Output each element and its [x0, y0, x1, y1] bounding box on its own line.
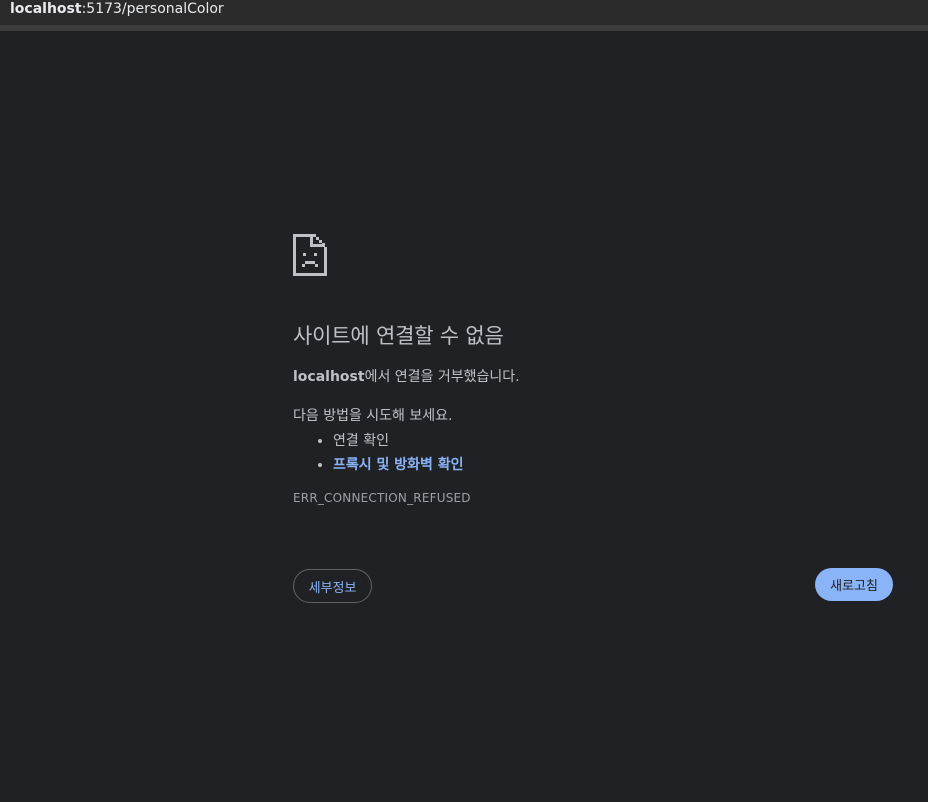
refused-suffix: 에서 연결을 거부했습니다. [364, 369, 520, 385]
address-bar[interactable]: localhost:5173/personalColor [0, 0, 928, 31]
refused-host: localhost [293, 369, 365, 385]
error-heading: 사이트에 연결할 수 없음 [293, 324, 504, 348]
try-label: 다음 방법을 시도해 보세요. [293, 408, 453, 424]
suggestion-label: 연결 확인 [333, 433, 389, 449]
url-path: :5173/personalColor [81, 1, 224, 17]
refused-message: localhost에서 연결을 거부했습니다. [293, 366, 893, 386]
error-content: 사이트에 연결할 수 없음 localhost에서 연결을 거부했습니다. 다음… [293, 234, 893, 505]
url-host: localhost [10, 1, 82, 17]
proxy-firewall-link[interactable]: 프록시 및 방화벽 확인 [333, 457, 464, 473]
sad-document-icon [293, 234, 327, 276]
details-button[interactable]: 세부정보 [293, 569, 372, 603]
suggestion-list: 연결 확인 프록시 및 방화벽 확인 [293, 429, 893, 477]
reload-button[interactable]: 새로고침 [815, 568, 893, 601]
error-code: ERR_CONNECTION_REFUSED [293, 491, 471, 505]
suggestion-check-proxy-firewall[interactable]: 프록시 및 방화벽 확인 [333, 453, 893, 477]
suggestion-check-connection: 연결 확인 [333, 429, 893, 453]
url-text[interactable]: localhost:5173/personalColor [10, 1, 224, 17]
